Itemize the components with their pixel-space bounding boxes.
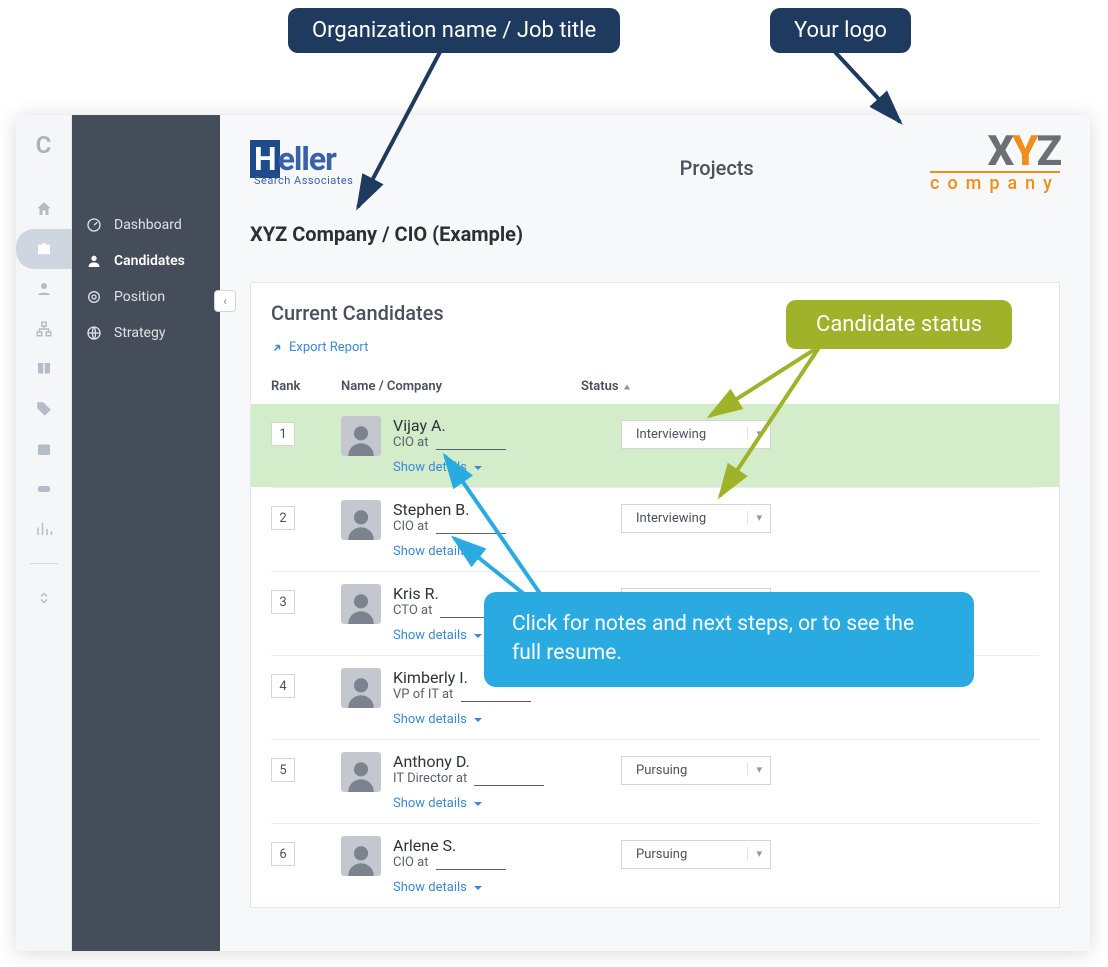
- chevron-down-icon: [473, 883, 483, 893]
- client-logo: XYZ company: [930, 133, 1060, 194]
- candidate-row: 6 Arlene S.CIO at Show details Pursuing: [271, 823, 1039, 907]
- rank-badge: 1: [271, 422, 295, 446]
- export-icon: [271, 342, 283, 354]
- candidate-title: CIO at: [393, 519, 621, 534]
- avatar: [341, 500, 381, 540]
- show-details-link[interactable]: Show details: [393, 880, 483, 895]
- user-circle-icon[interactable]: [16, 269, 72, 309]
- status-select[interactable]: Interviewing: [621, 504, 771, 533]
- annotation-candidate-status: Candidate status: [786, 300, 1012, 349]
- page-title: XYZ Company / CIO (Example): [250, 222, 1060, 246]
- home-icon[interactable]: [16, 189, 72, 229]
- rank-badge: 4: [271, 674, 295, 698]
- candidate-name[interactable]: Arlene S.: [393, 836, 621, 855]
- sidebar-label: Candidates: [114, 253, 185, 269]
- breadcrumb: Projects: [680, 156, 754, 180]
- avatar: [341, 836, 381, 876]
- avatar: [341, 584, 381, 624]
- avatar: [341, 752, 381, 792]
- avatar: [341, 668, 381, 708]
- book-icon[interactable]: [16, 349, 72, 389]
- sidebar-item-candidates[interactable]: Candidates: [72, 243, 220, 279]
- candidate-title: VP of IT at: [393, 687, 621, 702]
- chevron-down-icon: [473, 547, 483, 557]
- sort-asc-icon: [623, 383, 631, 391]
- status-select[interactable]: Pursuing: [621, 840, 771, 869]
- sidebar-item-dashboard[interactable]: Dashboard: [72, 207, 220, 243]
- candidate-title: CIO at: [393, 855, 621, 870]
- candidate-row: 2 Stephen B.CIO at Show details Interview…: [271, 487, 1039, 571]
- col-name[interactable]: Name / Company: [341, 379, 581, 394]
- candidate-name[interactable]: Vijay A.: [393, 416, 621, 435]
- candidate-row: 1 Vijay A.CIO at Show details Interviewin…: [251, 404, 1059, 487]
- briefcase-icon[interactable]: [16, 229, 72, 269]
- section-sidebar: Dashboard Candidates Position Strategy: [72, 115, 220, 951]
- annotation-org-job: Organization name / Job title: [288, 8, 620, 53]
- candidate-name[interactable]: Stephen B.: [393, 500, 621, 519]
- icon-sidebar: C: [16, 115, 72, 951]
- card-icon[interactable]: [16, 469, 72, 509]
- org-tree-icon[interactable]: [16, 309, 72, 349]
- chevron-down-icon: [473, 715, 483, 725]
- person-icon: [86, 253, 102, 269]
- firm-logo: Heller Search Associates: [250, 140, 353, 187]
- candidate-row: 5 Anthony D.IT Director at Show details P…: [271, 739, 1039, 823]
- export-report-link[interactable]: Export Report: [271, 340, 368, 355]
- avatar: [341, 416, 381, 456]
- target-icon: [86, 289, 102, 305]
- show-details-link[interactable]: Show details: [393, 628, 483, 643]
- candidate-title: CIO at: [393, 435, 621, 450]
- chevron-down-icon: [473, 463, 483, 473]
- annotation-your-logo: Your logo: [770, 8, 911, 53]
- sidebar-item-position[interactable]: Position: [72, 279, 220, 315]
- col-status[interactable]: Status: [581, 379, 761, 394]
- rank-badge: 2: [271, 506, 295, 530]
- sidebar-label: Position: [114, 289, 165, 305]
- candidate-title: IT Director at: [393, 771, 621, 786]
- candidate-name[interactable]: Anthony D.: [393, 752, 621, 771]
- status-select[interactable]: Pursuing: [621, 756, 771, 785]
- chevron-down-icon: [473, 799, 483, 809]
- show-details-link[interactable]: Show details: [393, 712, 483, 727]
- rank-badge: 3: [271, 590, 295, 614]
- sidebar-label: Dashboard: [114, 217, 182, 233]
- main-content: Heller Search Associates Projects XYZ co…: [220, 115, 1090, 951]
- rank-badge: 6: [271, 842, 295, 866]
- col-rank[interactable]: Rank: [271, 379, 341, 394]
- rank-badge: 5: [271, 758, 295, 782]
- annotation-click-details: Click for notes and next steps, or to se…: [484, 592, 974, 687]
- show-details-link[interactable]: Show details: [393, 544, 483, 559]
- collapse-sidebar-button[interactable]: ‹: [214, 290, 236, 312]
- expand-icon[interactable]: [16, 578, 72, 618]
- chart-icon[interactable]: [16, 509, 72, 549]
- chevron-down-icon: [473, 631, 483, 641]
- show-details-link[interactable]: Show details: [393, 796, 483, 811]
- sidebar-label: Strategy: [114, 325, 165, 341]
- brand-icon: C: [36, 131, 52, 159]
- show-details-link[interactable]: Show details: [393, 460, 483, 475]
- status-select[interactable]: Interviewing: [621, 420, 771, 449]
- tag-icon[interactable]: [16, 389, 72, 429]
- calendar-icon[interactable]: [16, 429, 72, 469]
- sidebar-item-strategy[interactable]: Strategy: [72, 315, 220, 351]
- table-header: Rank Name / Company Status: [271, 373, 1039, 404]
- globe-icon: [86, 325, 102, 341]
- app-window: C Dashboard Candidates Position Strategy: [16, 115, 1090, 951]
- dashboard-icon: [86, 217, 102, 233]
